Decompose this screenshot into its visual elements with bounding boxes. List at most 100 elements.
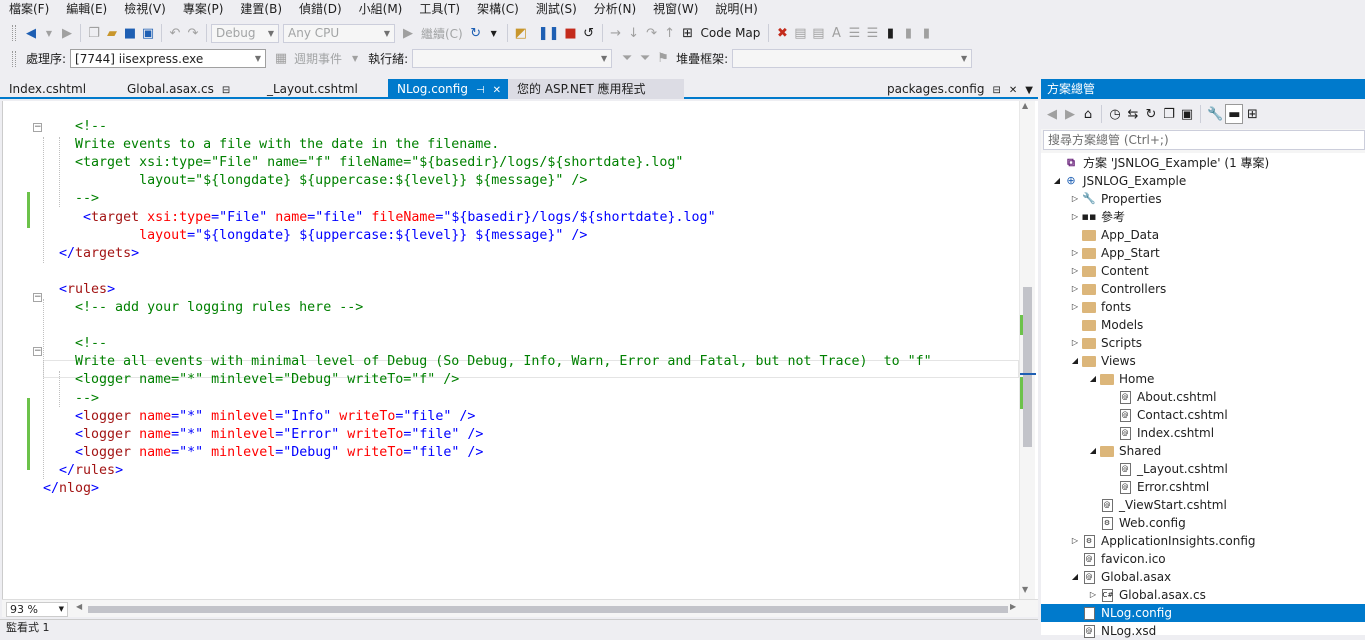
expander-arrow-icon[interactable]: ▷ — [1069, 208, 1081, 226]
lifecycle-events-icon[interactable]: ▦ — [272, 49, 290, 69]
redo-icon[interactable]: ↷ — [184, 23, 202, 43]
preview-icon[interactable]: ▬ — [1225, 104, 1244, 124]
folder-node[interactable]: ▷ Scripts — [1041, 334, 1365, 352]
code-line[interactable]: --> — [43, 190, 99, 208]
menu-edit[interactable]: 編輯(E) — [57, 0, 115, 19]
exception-settings-icon[interactable]: ✖ — [773, 23, 791, 43]
forward-icon[interactable]: ▶ — [1061, 104, 1079, 124]
toolbar-icon[interactable]: ☰ — [845, 23, 863, 43]
folder-node[interactable]: ▷ Controllers — [1041, 280, 1365, 298]
continue-button[interactable]: 繼續(C) — [417, 25, 467, 42]
menu-file[interactable]: 檔案(F) — [0, 0, 57, 19]
expander-arrow-icon[interactable]: ▷ — [1087, 586, 1099, 604]
platform-select[interactable]: Any CPU ▼ — [283, 23, 395, 43]
code-line[interactable]: <logger name="*" minlevel="Debug" writeT… — [43, 444, 483, 462]
thread-select[interactable]: ▼ — [412, 49, 613, 68]
properties-icon[interactable]: 🔧 — [1205, 104, 1225, 124]
stop-icon[interactable]: ■ — [562, 23, 580, 43]
code-line[interactable]: <rules> — [43, 281, 115, 299]
back-icon[interactable]: ◀ — [22, 23, 40, 43]
menu-help[interactable]: 說明(H) — [706, 0, 765, 19]
expander-arrow-icon[interactable]: ▷ — [1069, 244, 1081, 262]
refresh-icon[interactable]: ↻ — [1142, 104, 1160, 124]
expander-arrow-icon[interactable]: ◢ — [1087, 370, 1099, 388]
pin-icon[interactable]: ⊣ — [476, 85, 485, 96]
file-node[interactable]: @ _Layout.cshtml — [1041, 460, 1365, 478]
expander-arrow-icon[interactable]: ▷ — [1069, 334, 1081, 352]
class-view-icon[interactable]: ⊞ — [1243, 104, 1261, 124]
scroll-thumb[interactable] — [1023, 287, 1032, 447]
folder-node[interactable]: ▷ fonts — [1041, 298, 1365, 316]
dropdown-arrow-icon[interactable]: ▼ — [485, 23, 503, 43]
solution-node[interactable]: ⧉ 方案 'JSNLOG_Example' (1 專案) — [1041, 154, 1365, 172]
editor-vertical-scrollbar[interactable]: ▲ ▼ — [1019, 101, 1036, 599]
menu-team[interactable]: 小組(M) — [350, 0, 411, 19]
expander-arrow-icon[interactable]: ◢ — [1087, 442, 1099, 460]
forward-icon[interactable]: ▶ — [58, 23, 76, 43]
properties-node[interactable]: ▷ 🔧 Properties — [1041, 190, 1365, 208]
toolbar-icon[interactable]: A — [827, 23, 845, 43]
file-node[interactable]: @ Contact.cshtml — [1041, 406, 1365, 424]
step-out-icon[interactable]: ↑ — [661, 23, 679, 43]
code-line[interactable]: <!-- — [43, 118, 107, 136]
filter-clear-icon[interactable]: ⏷ — [636, 49, 654, 69]
code-line[interactable]: <logger name="*" minlevel="Info" writeTo… — [43, 408, 475, 426]
tab-global-asax-cs[interactable]: Global.asax.cs ⊟ — [118, 79, 258, 99]
refresh-icon[interactable]: ↻ — [467, 23, 485, 43]
collapse-all-icon[interactable]: ❐ — [1160, 104, 1178, 124]
code-line[interactable]: <target xsi:type="File" name="f" fileNam… — [43, 154, 683, 172]
close-icon[interactable]: ✕ — [1009, 85, 1017, 96]
toolbar-icon[interactable]: ▤ — [809, 23, 827, 43]
configuration-select[interactable]: Debug ▼ — [211, 23, 279, 43]
undo-icon[interactable]: ↶ — [166, 23, 184, 43]
dropdown-arrow-icon[interactable]: ▼ — [40, 23, 58, 43]
fold-toggle[interactable]: − — [33, 123, 42, 132]
lifecycle-events-button[interactable]: 週期事件 — [290, 50, 346, 67]
step-into-icon[interactable]: ↓ — [625, 23, 643, 43]
project-node[interactable]: ◢ ⊕ JSNLOG_Example — [1041, 172, 1365, 190]
step-over-icon[interactable]: ↷ — [643, 23, 661, 43]
open-folder-icon[interactable]: ▰ — [103, 23, 121, 43]
folder-node[interactable]: ▷ Content — [1041, 262, 1365, 280]
solution-explorer-title[interactable]: 方案總管 — [1041, 79, 1365, 99]
file-node[interactable]: @ Index.cshtml — [1041, 424, 1365, 442]
folder-node[interactable]: ◢ Home — [1041, 370, 1365, 388]
code-line[interactable]: <logger name="*" minlevel="Error" writeT… — [43, 426, 483, 444]
tab-nlog-config[interactable]: NLog.config ⊣ ✕ — [388, 79, 508, 99]
code-line[interactable]: Write all events with minimal level of D… — [43, 353, 932, 371]
expander-arrow-icon[interactable]: ▷ — [1069, 262, 1081, 280]
toolbar-grip[interactable] — [12, 50, 16, 67]
scroll-up-icon[interactable]: ▲ — [1022, 101, 1028, 110]
dropdown-arrow-icon[interactable]: ▼ — [346, 49, 364, 69]
code-map-icon[interactable]: ⊞ — [679, 23, 697, 43]
tab-index-cshtml[interactable]: Index.cshtml — [0, 79, 118, 99]
folder-node[interactable]: ▷ App_Start — [1041, 244, 1365, 262]
show-next-statement-icon[interactable]: → — [607, 23, 625, 43]
toolbar-icon[interactable]: ▮ — [899, 23, 917, 43]
expander-arrow-icon[interactable]: ▷ — [1069, 190, 1081, 208]
tab-layout-cshtml[interactable]: _Layout.cshtml — [258, 79, 388, 99]
toolbar-icon[interactable]: ☰ — [863, 23, 881, 43]
horizontal-scroll-thumb[interactable] — [88, 606, 1008, 613]
filter-icon[interactable]: ⏷ — [618, 49, 636, 69]
pause-icon[interactable]: ❚❚ — [536, 23, 562, 43]
chevron-down-icon[interactable]: ▼ — [1025, 85, 1033, 96]
pending-changes-icon[interactable]: ◷ — [1106, 104, 1124, 124]
pin-icon[interactable]: ⊟ — [222, 85, 230, 96]
references-node[interactable]: ▷ ▪▪ 參考 — [1041, 208, 1365, 226]
file-node[interactable]: ⚙ Web.config — [1041, 514, 1365, 532]
file-node[interactable]: ⚙ NLog.config — [1041, 604, 1365, 622]
code-line[interactable]: layout="${longdate} ${uppercase:${level}… — [43, 227, 587, 245]
menu-build[interactable]: 建置(B) — [231, 0, 290, 19]
expander-arrow-icon[interactable]: ▷ — [1069, 280, 1081, 298]
code-editor[interactable]: − − − <!-- Write events to a file with t… — [2, 101, 1038, 599]
code-line[interactable]: </rules> — [43, 462, 123, 480]
flag-icon[interactable]: ⚑ — [654, 49, 672, 69]
folder-node[interactable]: Models — [1041, 316, 1365, 334]
tab-packages-config[interactable]: packages.config ⊟ ✕ ▼ — [878, 79, 1038, 99]
fold-toggle[interactable]: − — [33, 347, 42, 356]
code-line[interactable]: <logger name="*" minlevel="Debug" writeT… — [43, 371, 459, 389]
bookmark-icon[interactable]: ▮ — [881, 23, 899, 43]
code-line[interactable]: --> — [43, 390, 99, 408]
close-icon[interactable]: ✕ — [493, 85, 501, 96]
